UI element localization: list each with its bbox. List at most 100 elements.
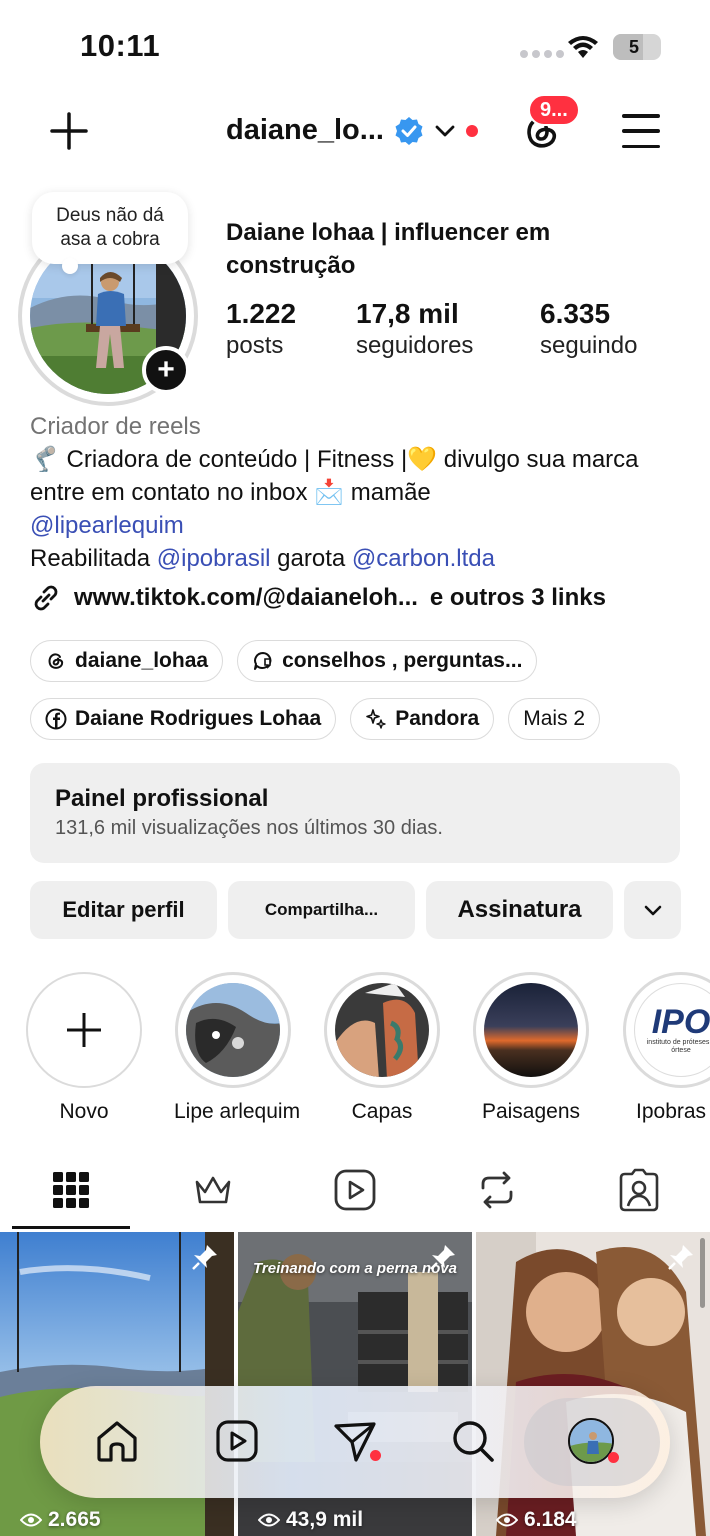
link-icon	[34, 585, 58, 611]
chips-row-2: Daiane Rodrigues Lohaa Pandora Mais 2	[30, 698, 601, 740]
link-more: e outros 3 links	[429, 584, 606, 611]
highlight-item[interactable]: IPO instituto de próteses e órtese Ipobr…	[622, 972, 710, 1124]
bio-text-segment: Reabilitada	[30, 545, 157, 572]
views-count: 2.665	[48, 1508, 101, 1531]
crown-icon[interactable]	[191, 1168, 235, 1212]
profile-display-name: Daiane lohaa | influencer em construção	[226, 219, 551, 279]
repost-icon[interactable]	[475, 1168, 519, 1212]
active-tab-indicator	[12, 1226, 130, 1229]
stat-label: seguindo	[540, 332, 638, 359]
stat-value: 1.222	[226, 298, 297, 329]
threads-notification-badge: 9...	[528, 94, 580, 126]
battery-level: 5	[628, 36, 639, 57]
chat-icon	[254, 652, 272, 670]
account-switcher[interactable]: daiane_lo...	[226, 114, 478, 147]
scrollbar[interactable]	[700, 1238, 705, 1308]
bio-line: 🦿 Criadora de conteúdo | Fitness |💛 divu…	[30, 446, 639, 506]
highlight-label: Ipobras	[636, 1100, 707, 1123]
highlight-item[interactable]: Paisagens	[472, 972, 590, 1124]
stat-followers[interactable]: 17,8 mil seguidores	[356, 298, 473, 360]
bio-mention[interactable]: @carbon.ltda	[352, 545, 495, 572]
stat-value: 17,8 mil	[356, 298, 459, 329]
professional-dashboard[interactable]: Painel profissional 131,6 mil visualizaç…	[30, 763, 680, 863]
edit-profile-button[interactable]: Editar perfil	[30, 881, 217, 939]
suggested-accounts-button[interactable]	[624, 881, 681, 939]
eye-icon	[20, 1513, 42, 1527]
cellular-signal-icon	[520, 50, 564, 58]
profile-notification-dot	[608, 1452, 619, 1463]
pinned-icon	[430, 1245, 455, 1270]
chip-more[interactable]: Mais 2	[508, 698, 601, 740]
highlight-new[interactable]: Novo	[25, 972, 143, 1124]
highlight-label: Paisagens	[481, 1100, 581, 1123]
dashboard-title: Painel profissional	[55, 785, 269, 812]
create-plus-icon[interactable]	[50, 112, 88, 150]
post-views: 6.184	[496, 1508, 577, 1532]
chip-label: daiane_lohaa	[75, 649, 209, 672]
chips-row-1: daiane_lohaa conselhos , perguntas...	[30, 640, 538, 682]
eye-icon	[258, 1513, 280, 1527]
wifi-icon	[568, 36, 598, 58]
reels-icon[interactable]	[333, 1168, 377, 1212]
highlight-cover	[484, 983, 578, 1077]
highlight-item[interactable]: Lipe arlequim	[174, 972, 301, 1124]
profile-note-bubble[interactable]: Deus não dá asa a cobra	[32, 192, 188, 274]
account-notification-dot	[465, 124, 478, 137]
pinned-icon	[668, 1245, 693, 1270]
add-story-button[interactable]: +	[142, 346, 190, 394]
chip-label: Pandora	[395, 707, 480, 730]
highlight-label: Novo	[59, 1100, 109, 1123]
chevron-down-icon	[644, 905, 661, 916]
header-username: daiane_lo...	[226, 114, 384, 146]
search-icon[interactable]	[450, 1418, 496, 1464]
menu-hamburger-icon[interactable]	[622, 114, 660, 148]
stat-label: posts	[226, 332, 284, 359]
stat-following[interactable]: 6.335 seguindo	[540, 298, 637, 360]
chip-pandora[interactable]: Pandora	[350, 698, 495, 740]
stat-label: seguidores	[356, 332, 474, 359]
chip-threads[interactable]: daiane_lohaa	[30, 640, 224, 682]
chip-label: Daiane Rodrigues Lohaa	[75, 707, 322, 730]
facebook-icon	[45, 708, 67, 730]
dashboard-subtitle: 131,6 mil visualizações nos últimos 30 d…	[55, 817, 443, 839]
views-count: 6.184	[524, 1508, 577, 1531]
eye-icon	[496, 1513, 518, 1527]
profile-bio: Criador de reels 🦿 Criadora de conteúdo …	[30, 410, 690, 575]
ipo-logo-text: IPO	[651, 1003, 710, 1041]
battery-icon: 5	[613, 34, 661, 60]
highlight-cover	[186, 983, 280, 1077]
bio-text: 🦿 Criadora de conteúdo | Fitness |💛 divu…	[30, 443, 690, 509]
ipo-logo-subtitle: instituto de próteses e órtese	[646, 1039, 710, 1054]
reels-icon[interactable]	[214, 1418, 260, 1464]
highlight-cover: IPO instituto de próteses e órtese	[634, 983, 710, 1077]
chip-label: Mais 2	[523, 707, 586, 730]
profile-tabs	[0, 1160, 710, 1230]
stat-posts[interactable]: 1.222 posts	[226, 298, 296, 360]
tagged-icon[interactable]	[617, 1168, 661, 1212]
chevron-down-icon	[435, 125, 455, 136]
sparkle-icon	[366, 709, 386, 729]
grid-icon[interactable]	[49, 1168, 93, 1212]
bio-mention[interactable]: @ipobrasil	[157, 545, 271, 572]
post-views: 43,9 mil	[258, 1508, 363, 1532]
highlight-new-ring	[26, 972, 142, 1088]
plus-icon	[67, 1013, 101, 1047]
highlight-label: Lipe arlequim	[174, 1100, 301, 1123]
bottom-navigation	[40, 1386, 670, 1498]
subscription-button[interactable]: Assinatura	[426, 881, 613, 939]
profile-category: Criador de reels	[30, 413, 201, 440]
share-profile-button[interactable]: Compartilha...	[228, 881, 415, 939]
chip-facebook[interactable]: Daiane Rodrigues Lohaa	[30, 698, 337, 740]
stat-value: 6.335	[540, 298, 611, 329]
bio-text-segment: garota	[270, 545, 352, 572]
threads-icon	[48, 653, 64, 669]
bio-mention[interactable]: @lipearlequim	[30, 512, 184, 539]
home-icon[interactable]	[94, 1418, 140, 1464]
pinned-icon	[192, 1245, 217, 1270]
highlight-label: Capas	[351, 1100, 413, 1123]
highlight-cover	[335, 983, 429, 1077]
highlight-item[interactable]: Capas	[323, 972, 441, 1124]
profile-actions: Editar perfil Compartilha... Assinatura	[30, 881, 681, 939]
chip-broadcast-channel[interactable]: conselhos , perguntas...	[237, 640, 538, 682]
profile-links[interactable]: www.tiktok.com/@daianeloh... e outros 3 …	[30, 582, 606, 614]
